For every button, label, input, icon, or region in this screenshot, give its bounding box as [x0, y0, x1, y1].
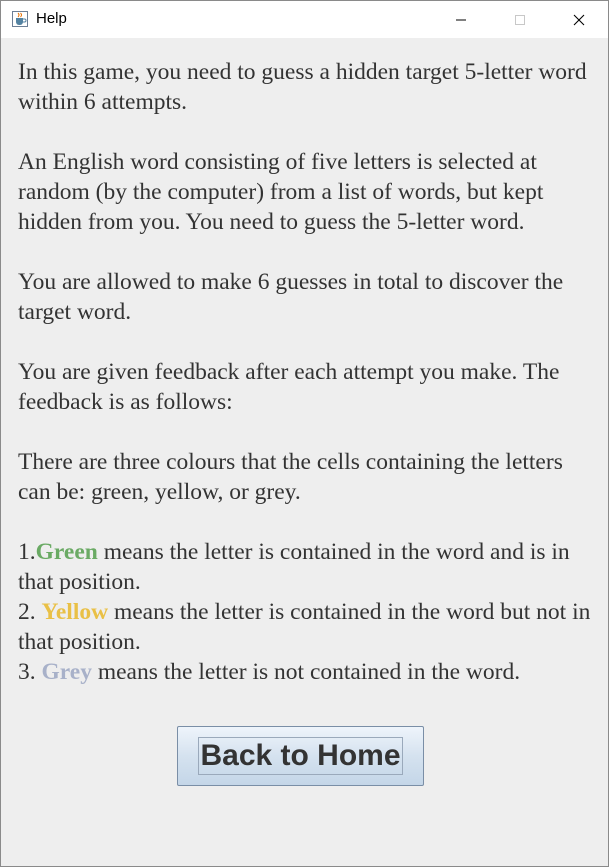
rule-green: 1.Green means the letter is contained in…	[18, 539, 570, 595]
java-cup-icon	[12, 11, 28, 27]
green-word: Green	[35, 539, 98, 565]
yellow-word: Yellow	[41, 599, 109, 625]
close-button[interactable]	[556, 1, 602, 38]
maximize-button	[497, 1, 543, 38]
feedback-paragraph: You are given feedback after each attemp…	[18, 359, 560, 415]
help-text: In this game, you need to guess a hidden…	[18, 57, 593, 687]
guess-limit-paragraph: You are allowed to make 6 guesses in tot…	[18, 269, 564, 325]
colours-paragraph: There are three colours that the cells c…	[18, 449, 563, 505]
minimize-icon	[456, 19, 466, 20]
window-title: Help	[36, 10, 67, 27]
rules-list: 1.Green means the letter is contained in…	[18, 537, 593, 687]
back-to-home-button[interactable]: Back to Home	[177, 726, 424, 786]
close-icon	[573, 14, 585, 25]
intro-paragraph: In this game, you need to guess a hidden…	[18, 59, 587, 115]
rule-grey: 3. Grey means the letter is not containe…	[18, 659, 521, 685]
maximize-icon	[515, 14, 525, 25]
back-to-home-label: Back to Home	[198, 737, 403, 775]
rule-yellow: 2. Yellow means the letter is contained …	[18, 599, 591, 655]
word-selection-paragraph: An English word consisting of five lette…	[18, 149, 544, 235]
help-window: Help In this game, you need to guess a h…	[0, 0, 609, 867]
grey-word: Grey	[41, 659, 92, 685]
title-bar[interactable]: Help	[1, 1, 608, 38]
minimize-button[interactable]	[438, 1, 484, 38]
